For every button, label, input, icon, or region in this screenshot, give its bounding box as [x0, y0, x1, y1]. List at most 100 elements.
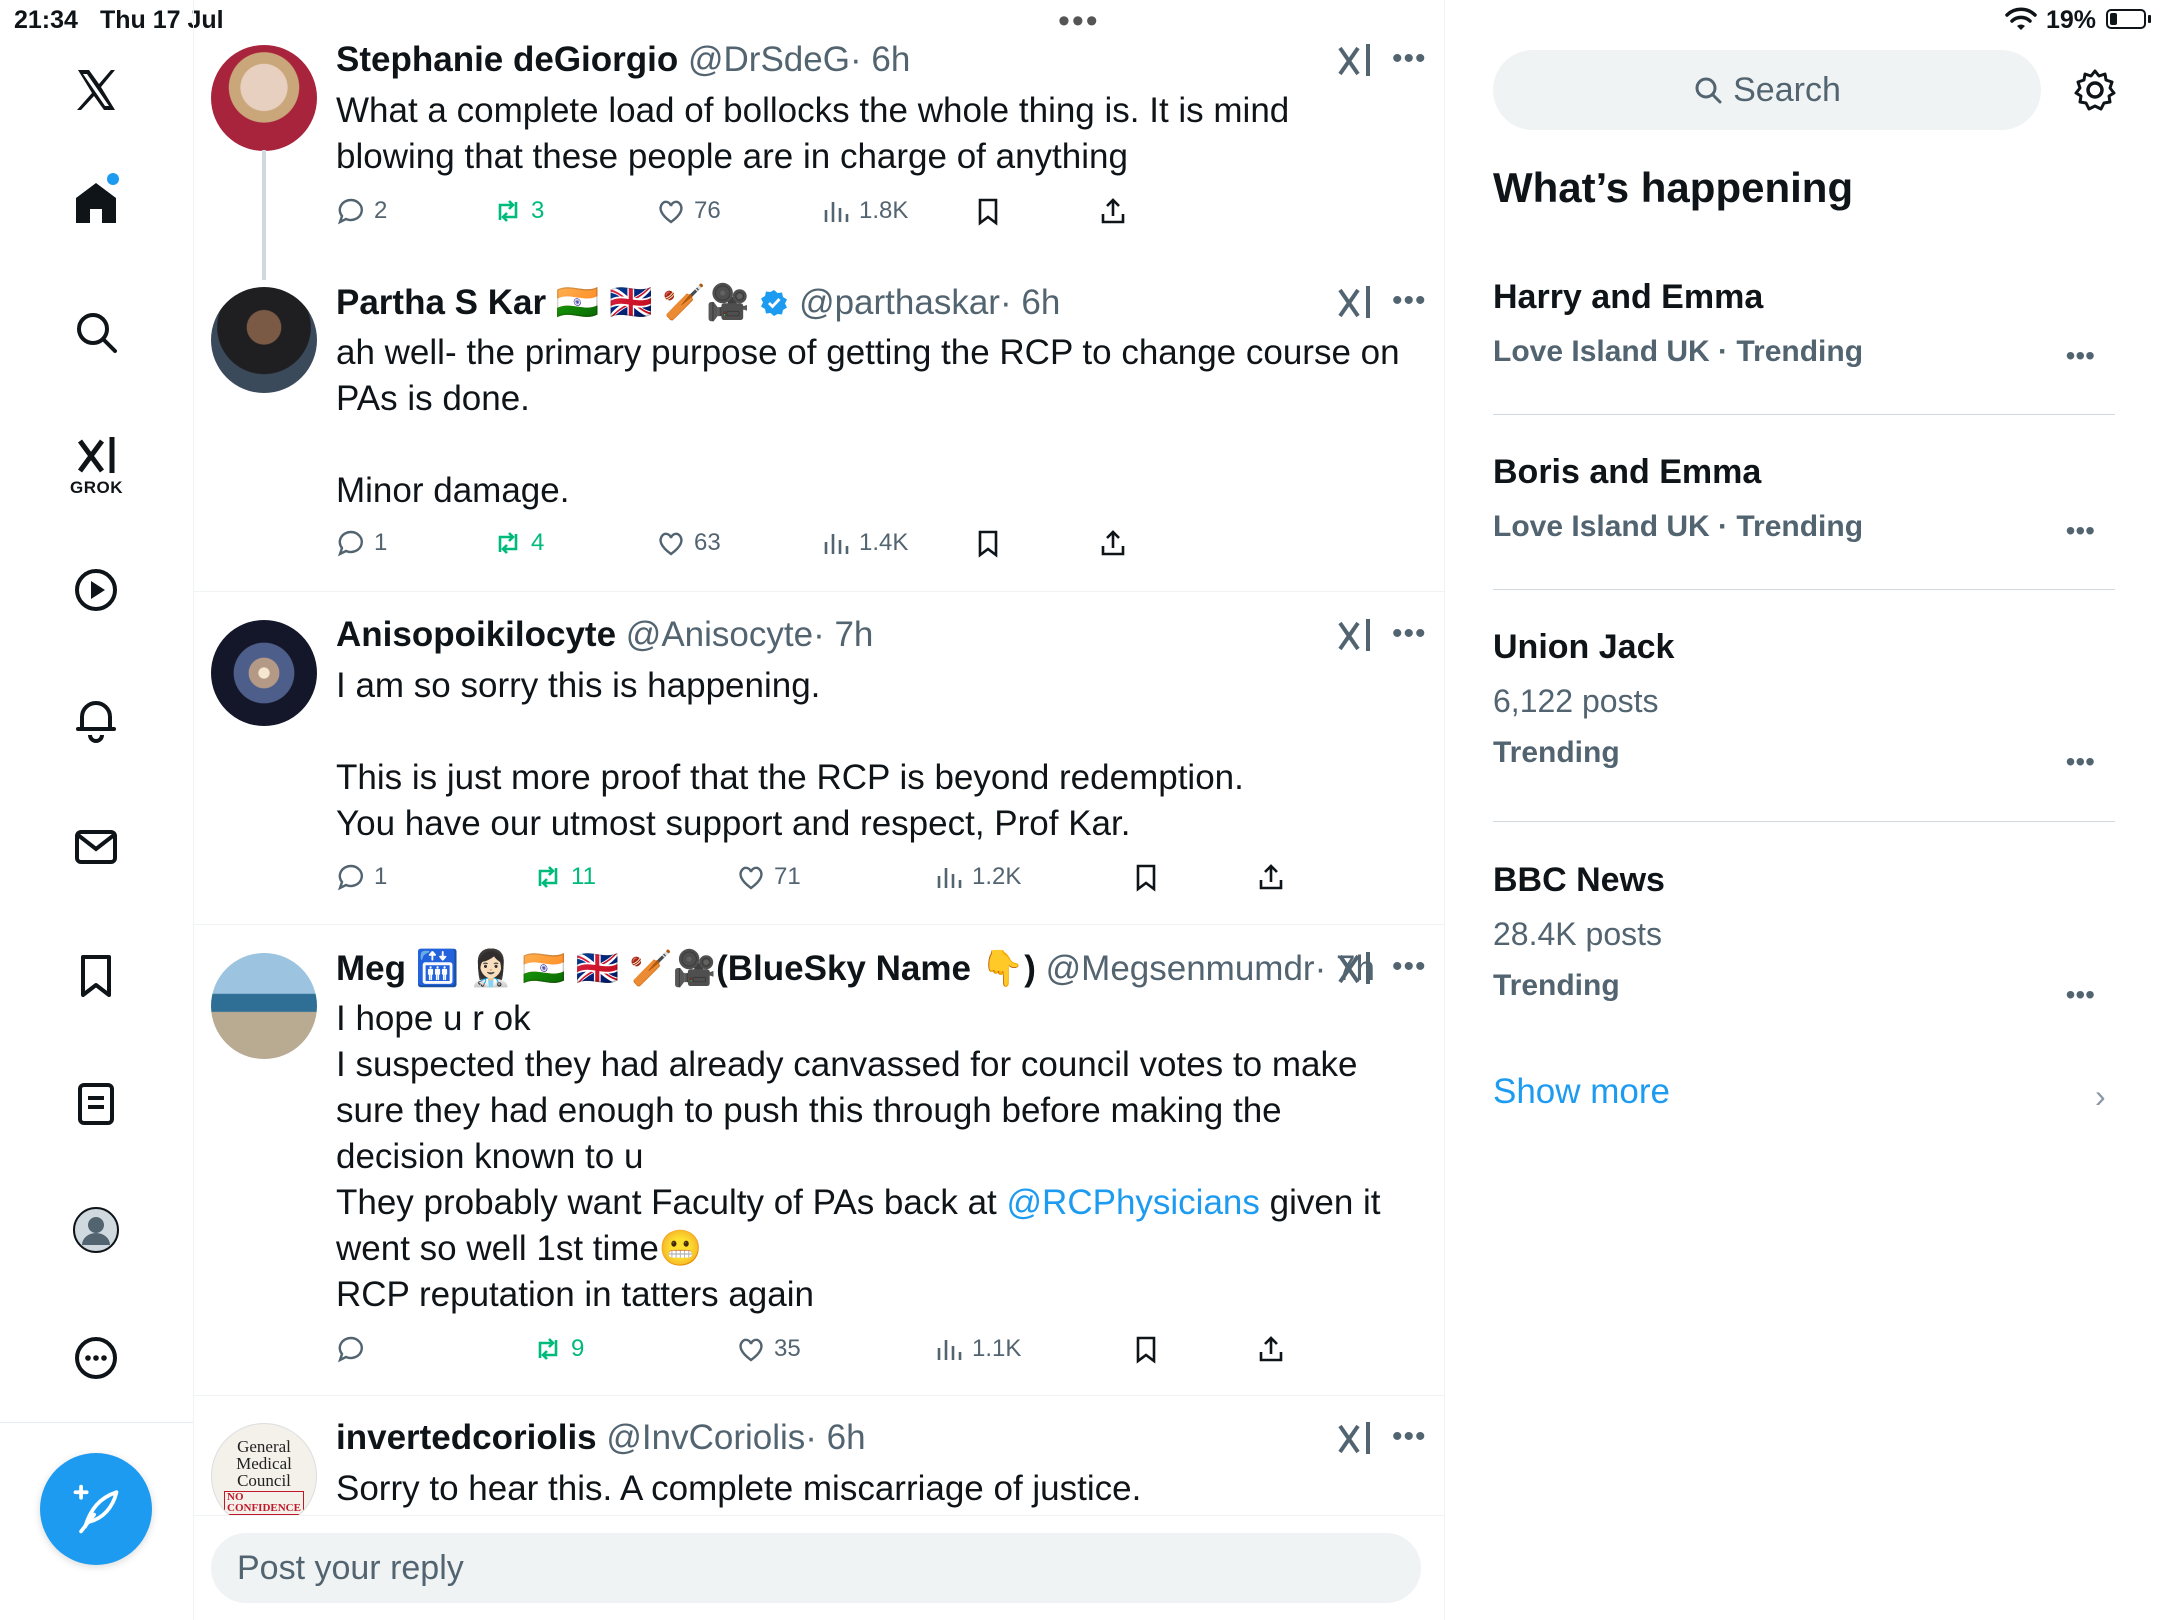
search-label: Search [1733, 70, 1841, 109]
trend-meta: Trending [1493, 736, 1620, 769]
like-button[interactable]: 63 [656, 528, 721, 558]
reply-button[interactable] [336, 1334, 374, 1364]
avatar-stamp-confidence: CONFIDENCE [227, 1501, 301, 1514]
retweet-count: 9 [571, 1335, 585, 1362]
tweet-actions: 1 11 71 1.2K [336, 862, 1336, 902]
more-icon[interactable]: ••• [1392, 286, 1432, 326]
retweet-button[interactable]: 11 [533, 862, 596, 892]
tweet-text: Sorry to hear this. A complete miscarria… [336, 1469, 1142, 1508]
video-icon[interactable] [56, 550, 136, 630]
compose-post-button[interactable] [40, 1453, 152, 1565]
trend-meta: Trending [1493, 969, 1620, 1002]
share-button[interactable] [1098, 528, 1128, 558]
home-icon[interactable] [56, 163, 136, 243]
bookmark-button[interactable] [1131, 862, 1161, 892]
retweet-count: 11 [571, 863, 596, 890]
thread-connector [262, 150, 266, 280]
more-icon[interactable]: ••• [1392, 619, 1432, 659]
retweet-button[interactable]: 3 [493, 196, 544, 226]
reply-feed: Stephanie deGiorgio @DrSdeG· 6h ••• What… [194, 0, 1445, 1620]
grok-explain-icon[interactable] [1335, 1418, 1375, 1458]
views-button[interactable]: 1.1K [934, 1334, 1021, 1364]
retweet-button[interactable]: 9 [533, 1334, 584, 1364]
grok-explain-icon[interactable] [1335, 948, 1375, 988]
bookmark-button[interactable] [973, 196, 1003, 226]
settings-gear-icon[interactable] [2073, 68, 2117, 112]
display-name[interactable]: Anisopoikilocyte [336, 615, 616, 654]
avatar[interactable] [211, 287, 317, 393]
tweet-text: I am so sorry this is happening. This is… [336, 666, 1244, 843]
like-button[interactable]: 76 [656, 196, 721, 226]
trend-item[interactable]: BBC News 28.4K posts Trending ••• [1493, 861, 2113, 1010]
display-name[interactable]: Stephanie deGiorgio [336, 40, 678, 79]
bookmark-button[interactable] [1131, 1334, 1161, 1364]
like-count: 71 [774, 863, 801, 890]
views-button[interactable]: 1.8K [821, 196, 908, 226]
search-bar[interactable]: Search [1493, 50, 2041, 130]
display-name[interactable]: Partha S Kar [336, 283, 546, 322]
views-button[interactable]: 1.4K [821, 528, 908, 558]
display-name[interactable]: invertedcoriolis [336, 1418, 597, 1457]
tweet-divider [194, 1395, 1444, 1396]
avatar-text: Council [237, 1470, 291, 1490]
notifications-bell-icon[interactable] [56, 679, 136, 759]
avatar[interactable] [211, 620, 317, 726]
like-button[interactable]: 71 [736, 862, 801, 892]
profile-avatar-icon[interactable] [56, 1190, 136, 1270]
handle[interactable]: @Anisocyte [626, 615, 813, 654]
search-icon [1695, 77, 1722, 104]
handle[interactable]: @InvCoriolis [606, 1418, 805, 1457]
mention-link[interactable]: @RCPhysicians [1007, 1183, 1260, 1222]
more-icon[interactable]: ••• [1392, 1422, 1432, 1462]
x-logo-icon[interactable] [56, 50, 136, 130]
right-sidebar: Search What’s happening Harry and Emma L… [1445, 0, 2160, 1620]
tweet-header: Meg 🛗 👩🏻‍⚕️ 🇮🇳 🇬🇧 🏏🎥(BlueSky Name 👇) @Me… [336, 948, 1375, 989]
bookmark-button[interactable] [973, 528, 1003, 558]
reply-button[interactable]: 1 [336, 528, 387, 558]
handle[interactable]: @parthaskar [799, 283, 1000, 322]
chevron-right-icon: › [2095, 1078, 2106, 1114]
display-name[interactable]: Meg [336, 949, 406, 988]
handle[interactable]: @DrSdeG [688, 40, 850, 79]
avatar[interactable]: General Medical Council NO CONFIDENCE [211, 1423, 317, 1529]
like-button[interactable]: 35 [736, 1334, 801, 1364]
messages-envelope-icon[interactable] [56, 807, 136, 887]
grok-explain-icon[interactable] [1335, 40, 1375, 80]
trend-more-icon[interactable]: ••• [2066, 515, 2095, 547]
share-button[interactable] [1098, 196, 1128, 226]
grok-explain-icon[interactable] [1335, 615, 1375, 655]
reply-button[interactable]: 2 [336, 196, 387, 226]
views-button[interactable]: 1.2K [934, 862, 1021, 892]
share-button[interactable] [1256, 862, 1286, 892]
tweet-header: Partha S Kar 🇮🇳 🇬🇧 🏏🎥 @parthaskar· 6h [336, 282, 1060, 323]
retweet-button[interactable]: 4 [493, 528, 544, 558]
avatar[interactable] [211, 953, 317, 1059]
trend-title: Boris and Emma [1493, 453, 1762, 491]
reply-button[interactable]: 1 [336, 862, 387, 892]
trend-more-icon[interactable]: ••• [2066, 746, 2095, 778]
trend-item[interactable]: Harry and Emma Love Island UK · Trending… [1493, 278, 2113, 372]
avatar-text: Medical [236, 1453, 292, 1473]
more-options-icon[interactable] [56, 1318, 136, 1398]
avatar[interactable] [211, 45, 317, 151]
heart-icon [659, 200, 683, 224]
trend-more-icon[interactable]: ••• [2066, 979, 2095, 1011]
trend-item[interactable]: Union Jack 6,122 posts Trending ••• [1493, 628, 2113, 777]
trend-item[interactable]: Boris and Emma Love Island UK · Trending… [1493, 453, 2113, 547]
lists-icon[interactable] [56, 1064, 136, 1144]
grok-explain-icon[interactable] [1335, 282, 1375, 322]
more-icon[interactable]: ••• [1392, 44, 1432, 84]
more-icon[interactable]: ••• [1392, 952, 1432, 992]
tweet-actions: 9 35 1.1K [336, 1334, 1336, 1374]
trend-title: BBC News [1493, 861, 1665, 899]
handle[interactable]: @Megsenmumdr [1046, 949, 1315, 988]
retweet-count: 3 [531, 197, 545, 224]
like-count: 76 [694, 197, 721, 224]
show-more-link[interactable]: Show more [1493, 1072, 1670, 1112]
reply-input[interactable]: Post your reply [211, 1533, 1421, 1603]
share-button[interactable] [1256, 1334, 1286, 1364]
search-icon[interactable] [56, 292, 136, 372]
heart-icon [739, 1338, 763, 1362]
bookmarks-icon[interactable] [56, 936, 136, 1016]
trend-more-icon[interactable]: ••• [2066, 340, 2095, 372]
